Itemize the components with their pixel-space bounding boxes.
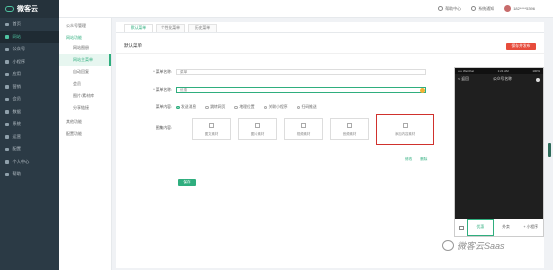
field-label: 图集内容:: [155, 126, 172, 130]
phone-title: 公众号名称: [492, 77, 512, 81]
tab-default-menu[interactable]: 默认菜单: [124, 24, 153, 32]
person-icon: [535, 77, 540, 82]
sidebar-item-miniprogram[interactable]: 小程序: [0, 56, 59, 69]
sliders-icon: [5, 147, 9, 151]
subnav-item[interactable]: 网站图册: [59, 42, 111, 54]
subnav-item[interactable]: 自动回复: [59, 66, 111, 78]
sidebar-item-marketing[interactable]: 营销: [0, 81, 59, 94]
globe-icon: [5, 35, 9, 39]
sub-nav: 公众号管理 网站功能 网站图册 网站主菜单 自动回复 会员 图片/素材库 分享链…: [59, 18, 112, 270]
phone-menu-item[interactable]: 优惠: [467, 219, 494, 236]
subnav-item[interactable]: 图片/素材库: [59, 90, 111, 102]
scrollbar-thumb[interactable]: [548, 143, 551, 157]
subnav-item[interactable]: 会员: [59, 78, 111, 90]
panel-header: 默认菜单 保存并发布: [116, 39, 544, 54]
material-card-video[interactable]: 视频素材: [284, 118, 323, 140]
field-label: * 菜单名称:: [153, 87, 172, 92]
megaphone-icon: [5, 85, 9, 89]
apps-icon: [5, 72, 9, 76]
menu-name-row: * 菜单名称: 菜单: [116, 69, 426, 75]
sidebar-item-help[interactable]: 帮助: [0, 168, 59, 181]
menu-tabs: 默认菜单 个性化菜单 历史菜单: [116, 22, 544, 33]
sidebar-item-data[interactable]: 数据: [0, 106, 59, 119]
sidebar-item-system[interactable]: 系统: [0, 118, 59, 131]
sidebar-item-profile[interactable]: 个人中心: [0, 156, 59, 169]
material-card-article[interactable]: 图文素材: [192, 118, 231, 140]
help-icon: [5, 172, 9, 176]
sidebar-item-member[interactable]: 会员: [0, 93, 59, 106]
tab-custom-menu[interactable]: 个性化菜单: [156, 24, 185, 32]
help-icon: [438, 6, 444, 11]
phone-menu-bar: 优惠 外卖 + 小程序: [455, 219, 543, 236]
tools-icon: [5, 135, 9, 139]
sidebar-item-home[interactable]: 首页: [0, 18, 59, 31]
submenu-name-row: * 菜单名称: 优惠: [116, 87, 426, 93]
material-card-image[interactable]: 图片素材: [238, 118, 277, 140]
panel-title: 默认菜单: [124, 43, 142, 48]
field-label: * 菜单名称:: [153, 69, 172, 74]
save-publish-button[interactable]: 保存并发布: [506, 42, 536, 50]
radio-miniprogram[interactable]: 关联小程序: [263, 105, 288, 110]
sidebar-item-apps[interactable]: 应用: [0, 68, 59, 81]
phone-menu-item[interactable]: 外卖: [494, 219, 519, 236]
sidebar-item-ops[interactable]: 运营: [0, 131, 59, 144]
field-label: 菜单内容:: [155, 105, 172, 109]
emoji-icon[interactable]: [420, 87, 425, 93]
tab-history-menu[interactable]: 历史菜单: [188, 24, 217, 32]
miniprogram-icon: [5, 60, 9, 64]
phone-preview: •••• WeChat 1:21 AM 100% < 返回 公众号名称 优惠 外卖 …: [454, 67, 544, 237]
subnav-item-active[interactable]: 网站主菜单: [59, 54, 111, 66]
material-cards: 图文素材 图片素材 视频素材 音频素材 添加内容素材: [192, 114, 434, 145]
sidebar-item-website[interactable]: 网站: [0, 30, 59, 43]
phone-menu-item[interactable]: + 小程序: [518, 219, 543, 236]
row-actions: 修改 删除: [405, 157, 427, 162]
radio-send-message[interactable]: 发送消息: [176, 105, 196, 110]
sidebar-item-official[interactable]: 公众号: [0, 43, 59, 56]
cloud-logo-icon: [5, 6, 14, 12]
wechat-logo-icon: [442, 240, 454, 251]
bell-icon: [471, 6, 477, 11]
image-icon: [255, 122, 260, 128]
gear-icon: [5, 122, 9, 126]
delete-link[interactable]: 删除: [420, 157, 427, 162]
radio-location[interactable]: 地理位置: [234, 105, 255, 110]
sidebar-nav: 首页 网站 公众号 小程序 应用 营销 会员 数据 系统 运营 配置 个人中心 …: [0, 18, 59, 181]
avatar: [504, 5, 512, 12]
subnav-group[interactable]: 网站功能: [59, 30, 111, 42]
help-center-link[interactable]: 帮助中心: [438, 6, 461, 12]
video-icon: [301, 122, 306, 128]
keyboard-icon: [455, 225, 467, 230]
user-menu[interactable]: 182****5396: [504, 5, 535, 12]
subnav-group[interactable]: 公众号管理: [59, 18, 111, 30]
sidebar: 微客云 首页 网站 公众号 小程序 应用 营销 会员 数据 系统 运营 配置 个…: [0, 0, 59, 270]
watermark: 微客云Saas: [442, 239, 505, 252]
phone-nav-bar: < 返回 公众号名称: [455, 74, 543, 85]
save-button[interactable]: 保存: [178, 179, 196, 186]
user-icon: [5, 97, 9, 101]
edit-link[interactable]: 修改: [405, 157, 412, 162]
add-icon: [402, 123, 408, 128]
subnav-group[interactable]: 配置功能: [59, 126, 111, 138]
material-row: 图集内容:: [116, 126, 176, 131]
chart-icon: [5, 110, 9, 114]
material-card-add[interactable]: 添加内容素材: [376, 114, 434, 145]
subnav-item[interactable]: 分享链接: [59, 102, 111, 114]
top-bar: 帮助中心 系统通知 182****5396: [59, 0, 553, 18]
menu-name-input[interactable]: 菜单: [176, 69, 426, 75]
material-card-audio[interactable]: 音频素材: [330, 118, 369, 140]
back-link: < 返回: [458, 77, 469, 81]
submenu-name-input[interactable]: 优惠: [176, 87, 426, 93]
wechat-icon: [5, 47, 9, 51]
audio-icon: [347, 122, 352, 128]
radio-jump-page[interactable]: 跳转网页: [205, 105, 225, 110]
subnav-group[interactable]: 其他功能: [59, 114, 111, 126]
radio-scan[interactable]: 扫码推送: [296, 105, 317, 110]
notice-link[interactable]: 系统通知: [471, 6, 494, 12]
sidebar-item-config[interactable]: 配置: [0, 143, 59, 156]
content-type-row: 菜单内容: 发送消息 跳转网页 地理位置 关联小程序 扫码推送: [116, 105, 326, 110]
home-icon: [5, 22, 9, 26]
app-logo[interactable]: 微客云: [0, 0, 59, 18]
article-icon: [209, 122, 214, 128]
person-icon: [5, 160, 9, 164]
